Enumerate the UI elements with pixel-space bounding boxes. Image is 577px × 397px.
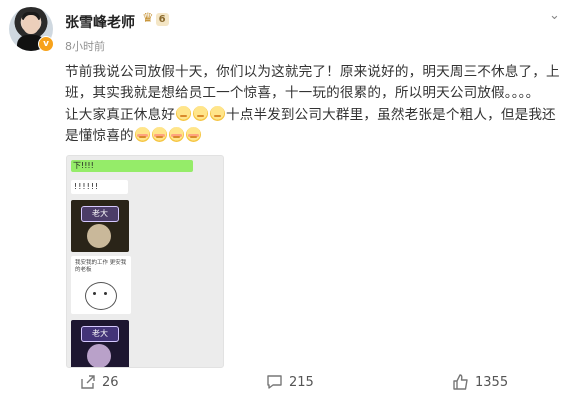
post-time[interactable]: 8小时前 [65, 38, 105, 54]
grin-emoji-icon [209, 105, 225, 121]
more-icon[interactable]: ⌄ [549, 8, 560, 23]
vip-badge[interactable]: ♛ 6 [142, 12, 178, 26]
meme-label: 老大 [81, 206, 119, 222]
post-text: 节前我说公司放假十天，你们以为这就完了！原来说好的，明天周三不休息了，上 班，其… [65, 62, 570, 147]
share-icon [80, 374, 96, 390]
chat-bubble-green: 下!!!! [71, 160, 193, 172]
post-line: 让大家真正休息好 [65, 106, 175, 123]
sticker-card: 我安我的工作 更安我的老板 [71, 256, 131, 314]
shy-emoji-icon [185, 126, 201, 142]
share-count: 26 [102, 374, 119, 390]
verified-badge: v [38, 36, 54, 52]
chat-bubble-white: !!!!!! [71, 180, 128, 194]
meme-image: 老大 [71, 200, 129, 252]
share-button[interactable]: 26 [80, 374, 119, 390]
comment-icon [266, 374, 283, 390]
action-bar: 26 215 1355 [0, 374, 577, 394]
post-line: 十点半发到公司大群里，虽然老张是个粗人，但是我还 [225, 106, 556, 123]
grin-emoji-icon [192, 105, 208, 121]
meme-label: 老大 [81, 326, 119, 342]
comment-count: 215 [289, 374, 314, 390]
vip-level: 6 [155, 12, 169, 26]
like-icon [452, 374, 469, 390]
comment-button[interactable]: 215 [266, 374, 314, 390]
like-count: 1355 [475, 374, 509, 390]
grin-emoji-icon [175, 105, 191, 121]
user-name[interactable]: 张雪峰老师 [65, 12, 135, 32]
post-line: 节前我说公司放假十天，你们以为这就完了！原来说好的，明天周三不休息了，上 [65, 64, 560, 80]
meme-image: 老大 [71, 320, 129, 367]
post-line: 是懂惊喜的 [65, 127, 134, 144]
post-image[interactable]: 下!!!! !!!!!! 老大 我安我的工作 更安我的老板 老大 [66, 155, 224, 368]
like-button[interactable]: 1355 [452, 374, 508, 390]
sticker-character [85, 282, 117, 310]
shy-emoji-icon [134, 126, 150, 142]
sticker-text: 我安我的工作 更安我的老板 [75, 260, 127, 273]
crown-icon: ♛ [142, 11, 154, 26]
shy-emoji-icon [168, 126, 184, 142]
post-line: 班，其实我就是想给员工一个惊喜，十一玩的很累的，所以明天公司放假。。。。 [65, 85, 540, 102]
shy-emoji-icon [151, 126, 167, 142]
